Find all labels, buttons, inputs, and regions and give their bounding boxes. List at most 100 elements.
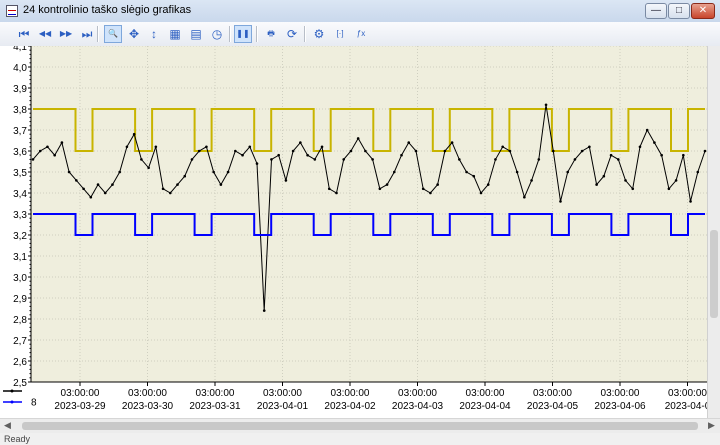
data-point [270, 158, 273, 161]
clock-icon[interactable]: ◷ [208, 25, 226, 43]
y-tick-label: 4,0 [13, 63, 27, 74]
formula-icon[interactable]: ƒx [352, 25, 370, 43]
minimize-button[interactable]: — [645, 3, 667, 19]
y-tick-label: 2,7 [13, 336, 27, 347]
data-point [515, 170, 519, 174]
pan-icon[interactable]: ✥ [125, 25, 143, 43]
data-point [371, 158, 374, 161]
chart-area[interactable]: 4,1 4,0 3,9 3,8 3,7 3,6 3,5 3,4 3,3 3,2 3,1 3,0 2,9 2… [0, 42, 720, 418]
data-point [421, 187, 425, 191]
data-point [226, 170, 230, 174]
toolbar-separator [97, 26, 99, 42]
x-tick-time: 03:00:00 [533, 388, 572, 399]
data-point [103, 191, 107, 195]
toolbar-separator [256, 26, 258, 42]
y-tick-label: 2,5 [13, 378, 27, 389]
data-point [602, 174, 606, 178]
fit-all-icon[interactable]: ▦ [166, 25, 184, 43]
data-point [176, 183, 179, 186]
last-page-icon[interactable]: ⏭ [78, 25, 96, 43]
data-point [392, 170, 396, 174]
data-point [667, 187, 671, 191]
previous-page-icon[interactable]: ◀◀ [36, 25, 54, 43]
data-point [364, 149, 367, 153]
data-point [580, 149, 584, 153]
data-point [501, 145, 504, 149]
data-point [255, 162, 259, 165]
x-tick-time: 03:00:00 [128, 388, 167, 399]
data-point [653, 141, 656, 144]
y-tick-label: 3,6 [13, 147, 27, 158]
vertical-scale-icon[interactable]: ↕ [145, 25, 163, 43]
data-point [443, 149, 447, 153]
y-tick-label: 3,9 [13, 84, 27, 95]
data-point [147, 166, 150, 170]
close-button[interactable]: ✕ [691, 3, 715, 19]
vertical-scroll-thumb[interactable] [710, 230, 718, 318]
scroll-right-icon[interactable]: ▶ [708, 420, 715, 431]
data-point [154, 145, 158, 149]
data-point [161, 187, 165, 191]
app-chart-icon [6, 5, 18, 17]
data-point [407, 141, 411, 144]
data-point [205, 145, 208, 149]
export-icon[interactable]: ⟳ [283, 25, 301, 43]
x-tick-time: 03:00:00 [601, 388, 640, 399]
x-tick-time: 03:00:00 [398, 388, 437, 399]
title-bar: 24 kontrolinio taško slėgio grafikas — □… [0, 0, 720, 23]
y-tick-label: 2,6 [13, 357, 27, 368]
data-point [479, 191, 483, 195]
data-point [53, 153, 56, 157]
data-point [523, 195, 526, 199]
window-title: 24 kontrolinio taško slėgio grafikas [23, 4, 192, 16]
data-point [313, 158, 317, 161]
data-point [385, 183, 389, 186]
y-tick-label: 3,1 [13, 252, 27, 263]
vertical-scrollbar[interactable] [707, 46, 720, 418]
data-point [551, 149, 555, 153]
scroll-left-icon[interactable]: ◀ [4, 420, 11, 431]
legend-marker [10, 389, 14, 393]
x-tick-time: 03:00:00 [263, 388, 302, 399]
data-point [696, 170, 700, 174]
data-point [465, 170, 468, 174]
data-point [219, 183, 223, 186]
data-point [559, 200, 562, 203]
toolbar: ⏮ ◀◀ ▶▶ ⏭ 🔍 ✥ ↕ ▦ ▤ ◷ ❚❚ 🖶 ⟳ ⚙ [·] ƒx [0, 22, 720, 47]
data-point [31, 158, 35, 161]
data-point [320, 145, 324, 149]
data-point [689, 200, 692, 203]
data-point [429, 191, 432, 195]
horizontal-scrollbar[interactable]: ◀ ▶ [0, 418, 720, 433]
y-tick-label: 3,7 [13, 126, 27, 137]
data-point [378, 187, 382, 191]
grid-icon[interactable]: ▤ [187, 25, 205, 43]
data-point [132, 132, 136, 136]
data-point [458, 158, 461, 161]
maximize-button[interactable]: □ [668, 3, 690, 19]
data-point [183, 174, 187, 178]
y-tick-label: 4,1 [13, 46, 27, 53]
data-point [616, 158, 620, 161]
data-point [67, 170, 71, 174]
x-tick-date: 2023-03-29 [54, 401, 106, 412]
data-point [588, 145, 591, 149]
y-tick-label: 3,2 [13, 231, 27, 242]
first-page-icon[interactable]: ⏮ [15, 25, 33, 43]
x-tick-date: 2023-04-04 [459, 401, 511, 412]
data-point [414, 149, 418, 153]
data-point [530, 179, 533, 182]
settings-icon[interactable]: ⚙ [310, 25, 328, 43]
data-point [46, 145, 49, 149]
horizontal-scroll-thumb[interactable] [22, 422, 698, 430]
print-icon[interactable]: 🖶 [262, 25, 280, 43]
data-point [400, 153, 403, 157]
zoom-icon[interactable]: 🔍 [104, 25, 122, 43]
data-point [299, 141, 302, 144]
x-tick-date: 2023-04-0 [665, 401, 707, 412]
pause-icon[interactable]: ❚❚ [234, 25, 252, 43]
data-point [703, 149, 707, 153]
bracket-icon[interactable]: [·] [331, 25, 349, 43]
legend-label: 8 [31, 398, 37, 409]
next-page-icon[interactable]: ▶▶ [57, 25, 75, 43]
